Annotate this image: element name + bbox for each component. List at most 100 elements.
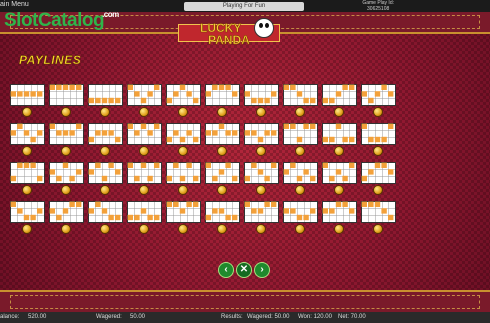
- next-page-button[interactable]: ›: [254, 262, 270, 278]
- balance-label: alance:: [0, 314, 20, 320]
- payline-25: [166, 162, 201, 195]
- payline-cell: [349, 84, 355, 90]
- payline-cell: [166, 175, 172, 182]
- balance-value: 520.00: [28, 314, 47, 320]
- payline-cell: [193, 97, 199, 104]
- payline-27: [244, 162, 279, 195]
- payline-cell: [10, 91, 16, 97]
- payline-cell: [23, 91, 30, 97]
- payline-path: [49, 162, 82, 182]
- payline-path: [283, 84, 316, 104]
- payline-cell: [251, 162, 257, 168]
- payline-cell: [88, 97, 94, 104]
- payline-21: [10, 162, 45, 195]
- payline-cell: [322, 136, 328, 143]
- coin-icon: [22, 146, 32, 156]
- payline-cell: [349, 208, 355, 214]
- payline-cell: [95, 201, 101, 207]
- payline-26: [205, 162, 240, 195]
- payline-31: [10, 201, 45, 234]
- payline-cell: [296, 175, 303, 182]
- previous-page-button[interactable]: ‹: [218, 262, 234, 278]
- payline-cell: [101, 97, 108, 104]
- payline-cell: [115, 169, 121, 175]
- payline-path: [166, 130, 199, 143]
- payline-path: [322, 201, 355, 214]
- payline-cell: [95, 130, 101, 136]
- close-paytable-button[interactable]: ✕: [236, 262, 252, 278]
- payline-cell: [30, 91, 36, 97]
- coin-icon: [139, 185, 149, 195]
- coin-icon: [178, 185, 188, 195]
- payline-37: [244, 201, 279, 234]
- payline-cell: [368, 97, 374, 104]
- payline-cell: [115, 214, 121, 221]
- game-play-id: Game Play Id: 30625108: [362, 0, 394, 12]
- payline-20: [361, 123, 396, 156]
- payline-path: [244, 91, 277, 104]
- payline-cell: [166, 97, 172, 104]
- payline-cell: [179, 84, 186, 90]
- payline-18: [283, 123, 318, 156]
- payline-cell: [56, 175, 62, 182]
- payline-32: [49, 201, 84, 234]
- main-menu-link[interactable]: ain Menu: [0, 1, 29, 8]
- payline-cell: [23, 162, 30, 168]
- payline-cell: [303, 97, 309, 104]
- payline-cell: [205, 214, 211, 221]
- payline-path: [49, 123, 82, 136]
- payline-cell: [361, 91, 367, 97]
- payline-cell: [264, 97, 270, 104]
- payline-cell: [296, 91, 303, 97]
- payline-path: [88, 130, 121, 143]
- payline-cell: [134, 175, 140, 182]
- payline-cell: [368, 136, 374, 143]
- payline-cell: [30, 162, 36, 168]
- payline-cell: [186, 91, 192, 97]
- payline-cell: [257, 208, 264, 214]
- payline-cell: [342, 175, 348, 182]
- payline-path: [283, 162, 316, 182]
- payline-cell: [23, 214, 30, 221]
- payline-path: [127, 123, 160, 136]
- payline-cell: [108, 130, 114, 136]
- payline-cell: [134, 91, 140, 97]
- coin-icon: [373, 185, 383, 195]
- payline-cell: [108, 97, 114, 104]
- payline-cell: [283, 123, 289, 129]
- payline-cell: [173, 201, 179, 207]
- payline-cell: [232, 91, 238, 97]
- coin-icon: [61, 107, 71, 117]
- payline-cell: [264, 201, 270, 207]
- payline-cell: [322, 97, 328, 104]
- payline-cell: [69, 130, 75, 136]
- coin-icon: [295, 146, 305, 156]
- payline-cell: [388, 123, 394, 129]
- coin-icon: [178, 107, 188, 117]
- payline-cell: [283, 169, 289, 175]
- coin-icon: [334, 107, 344, 117]
- payline-40: [361, 201, 396, 234]
- payline-cell: [264, 175, 270, 182]
- coin-icon: [61, 185, 71, 195]
- payline-cell: [322, 208, 328, 214]
- payline-cell: [166, 136, 172, 143]
- payline-cell: [374, 162, 381, 168]
- payline-cell: [225, 214, 231, 221]
- payline-cell: [115, 97, 121, 104]
- payline-cell: [179, 136, 186, 143]
- payline-cell: [88, 136, 94, 143]
- payline-cell: [368, 169, 374, 175]
- payline-cell: [381, 208, 387, 214]
- payline-24: [127, 162, 162, 195]
- payline-cell: [95, 97, 101, 104]
- chevron-right-icon: ›: [260, 264, 264, 275]
- payline-cell: [244, 91, 250, 97]
- payline-cell: [244, 130, 250, 136]
- payline-cell: [374, 91, 381, 97]
- payline-cell: [251, 130, 257, 136]
- payline-path: [205, 123, 238, 136]
- payline-cell: [218, 169, 225, 175]
- payline-path: [283, 123, 316, 143]
- payline-cell: [290, 123, 296, 129]
